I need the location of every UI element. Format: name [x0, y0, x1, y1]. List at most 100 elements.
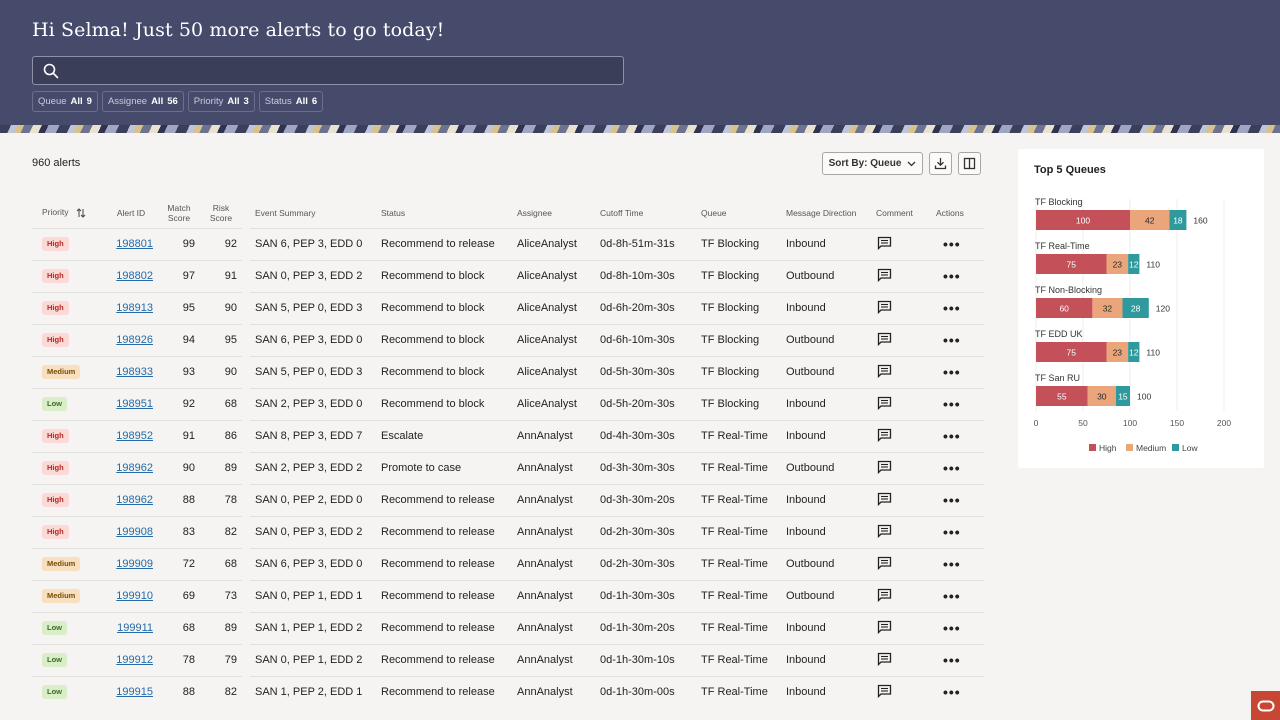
columns-button[interactable]	[958, 152, 981, 175]
event-summary: SAN 0, PEP 3, EDD 2	[250, 515, 376, 548]
event-summary: SAN 6, PEP 3, EDD 0	[250, 547, 376, 580]
more-actions-icon[interactable]: •••	[943, 684, 961, 700]
more-actions-icon[interactable]: •••	[943, 396, 961, 412]
columns-icon	[963, 157, 976, 170]
actions-cell: •••	[931, 515, 984, 548]
filter-count: 3	[243, 96, 249, 107]
more-actions-icon[interactable]: •••	[943, 460, 961, 476]
cell-spacer	[242, 260, 250, 292]
table-row[interactable]: Low 199912 78 79 SAN 0, PEP 1, EDD 2 Recommen…	[32, 643, 984, 676]
alert-id-link[interactable]: 199911	[117, 622, 153, 634]
cell-spacer	[242, 484, 250, 516]
table-row[interactable]: Medium 199910 69 73 SAN 0, PEP 1, EDD 1 Recom…	[32, 579, 984, 612]
table-row[interactable]: High 198962 90 89 SAN 2, PEP 3, EDD 2 Promote…	[32, 451, 984, 484]
assignee: AnnAnalyst	[512, 547, 595, 580]
alert-id-link[interactable]: 199910	[116, 590, 153, 602]
more-actions-icon[interactable]: •••	[943, 652, 961, 668]
alert-id-cell: 198913	[104, 291, 158, 324]
more-actions-icon[interactable]: •••	[943, 300, 961, 316]
alert-id-link[interactable]: 199908	[116, 526, 153, 538]
more-actions-icon[interactable]: •••	[943, 588, 961, 604]
risk-score: 79	[200, 643, 242, 676]
more-actions-icon[interactable]: •••	[943, 268, 961, 284]
comment-icon[interactable]	[877, 492, 892, 506]
table-row[interactable]: High 198913 95 90 SAN 5, PEP 0, EDD 3 Recomme…	[32, 291, 984, 324]
more-actions-icon[interactable]: •••	[943, 524, 961, 540]
comment-cell	[871, 547, 931, 580]
filter-chip-queue[interactable]: Queue All 9	[32, 91, 98, 112]
table-row[interactable]: Medium 199909 72 68 SAN 6, PEP 3, EDD 0 Recom…	[32, 547, 984, 580]
risk-score: 92	[200, 227, 242, 260]
alert-id-link[interactable]: 198962	[116, 462, 153, 474]
alert-id-link[interactable]: 199912	[116, 654, 153, 666]
comment-icon[interactable]	[877, 556, 892, 570]
cutoff-time: 0d-1h-30m-30s	[595, 579, 696, 612]
table-row[interactable]: Low 198951 92 68 SAN 2, PEP 3, EDD 0 Recommen…	[32, 387, 984, 420]
download-button[interactable]	[929, 152, 952, 175]
search-box[interactable]	[32, 56, 624, 85]
cutoff-time: 0d-2h-30m-30s	[595, 547, 696, 580]
comment-icon[interactable]	[877, 588, 892, 602]
table-row[interactable]: High 198926 94 95 SAN 6, PEP 3, EDD 0 Recomme…	[32, 323, 984, 356]
more-actions-icon[interactable]: •••	[943, 492, 961, 508]
more-actions-icon[interactable]: •••	[943, 556, 961, 572]
sort-dropdown[interactable]: Sort By: Queue	[822, 152, 923, 175]
alert-id-link[interactable]: 198933	[116, 366, 153, 378]
priority-cell: Medium	[32, 547, 104, 580]
comment-icon[interactable]	[877, 620, 892, 634]
table-row[interactable]: Medium 198933 93 90 SAN 5, PEP 0, EDD 3 Recom…	[32, 355, 984, 388]
alert-id-link[interactable]: 199915	[116, 686, 153, 698]
table-row[interactable]: High 198801 99 92 SAN 6, PEP 3, EDD 0 Recomme…	[32, 227, 984, 260]
alert-id-link[interactable]: 198951	[116, 398, 153, 410]
status: Recommend to release	[376, 483, 512, 516]
match-score: 94	[158, 323, 200, 356]
more-actions-icon[interactable]: •••	[943, 332, 961, 348]
match-score: 97	[158, 259, 200, 292]
cell-spacer	[242, 548, 250, 580]
comment-icon[interactable]	[877, 396, 892, 410]
comment-icon[interactable]	[877, 268, 892, 282]
alert-id-link[interactable]: 198962	[116, 494, 153, 506]
table-row[interactable]: High 198962 88 78 SAN 0, PEP 2, EDD 0 Recomme…	[32, 483, 984, 516]
comment-icon[interactable]	[877, 364, 892, 378]
table-row[interactable]: High 199908 83 82 SAN 0, PEP 3, EDD 2 Recomme…	[32, 515, 984, 548]
alert-id-link[interactable]: 198913	[116, 302, 153, 314]
actions-cell: •••	[931, 291, 984, 324]
comment-icon[interactable]	[877, 300, 892, 314]
alert-id-link[interactable]: 198926	[116, 334, 153, 346]
column-header-priority[interactable]: Priority	[32, 198, 104, 228]
table-row[interactable]: High 198802 97 91 SAN 0, PEP 3, EDD 2 Recomme…	[32, 259, 984, 292]
bar-total-label: 120	[1156, 304, 1170, 314]
comment-cell	[871, 387, 931, 420]
filter-chip-status[interactable]: Status All 6	[258, 91, 324, 112]
actions-cell: •••	[931, 323, 984, 356]
more-actions-icon[interactable]: •••	[943, 364, 961, 380]
comment-icon[interactable]	[877, 332, 892, 346]
top-queues-card: Top 5 Queues 0 50 100 150 200 TF Blocking 100 4…	[1018, 149, 1264, 468]
message-direction: Inbound	[781, 387, 871, 420]
alert-id-link[interactable]: 198802	[116, 270, 153, 282]
comment-icon[interactable]	[877, 652, 892, 666]
table-row[interactable]: High 198952 91 86 SAN 8, PEP 3, EDD 7 Escalat…	[32, 419, 984, 452]
risk-score: 90	[200, 291, 242, 324]
comment-icon[interactable]	[877, 428, 892, 442]
status: Recommend to block	[376, 323, 512, 356]
filter-chip-priority[interactable]: Priority All 3	[187, 91, 255, 112]
comment-icon[interactable]	[877, 524, 892, 538]
more-actions-icon[interactable]: •••	[943, 620, 961, 636]
more-actions-icon[interactable]: •••	[943, 428, 961, 444]
filter-chip-assignee[interactable]: Assignee All 56	[101, 91, 184, 112]
table-row[interactable]: Low 199911 68 89 SAN 1, PEP 1, EDD 2 Recommen…	[32, 611, 984, 644]
comment-icon[interactable]	[877, 684, 892, 698]
alert-id-cell: 198926	[104, 323, 158, 356]
comment-icon[interactable]	[877, 236, 892, 250]
table-row[interactable]: Low 199915 88 82 SAN 1, PEP 2, EDD 1 Recommen…	[32, 675, 984, 708]
alert-id-link[interactable]: 198801	[116, 238, 153, 250]
cell-spacer	[242, 580, 250, 612]
priority-badge: High	[42, 333, 69, 347]
comment-icon[interactable]	[877, 460, 892, 474]
x-tick-label: 200	[1217, 418, 1231, 428]
alert-id-link[interactable]: 198952	[116, 430, 153, 442]
alert-id-link[interactable]: 199909	[116, 558, 153, 570]
more-actions-icon[interactable]: •••	[943, 236, 961, 252]
